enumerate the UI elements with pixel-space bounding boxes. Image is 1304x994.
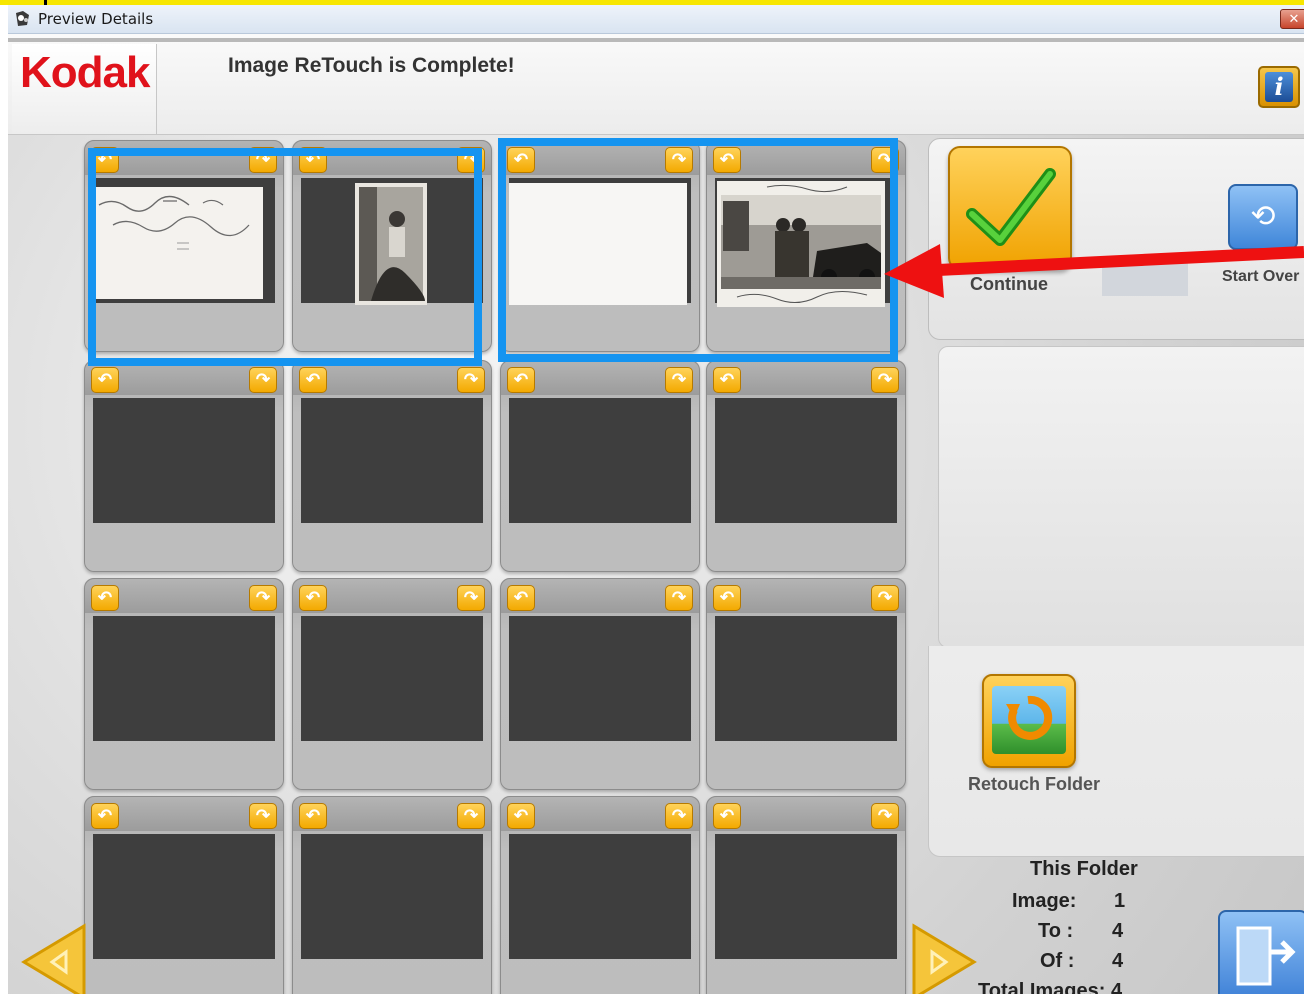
arrow-left-icon [21, 923, 86, 994]
info-button[interactable]: i [1258, 66, 1300, 108]
folder-info: This Folder Image: 1 To : 4 Of : 4 Total… [968, 854, 1198, 994]
rotate-left-icon[interactable]: ↶ [299, 803, 327, 829]
thumbnail-screen [301, 616, 483, 741]
thumbnail-tile[interactable]: ↶ ↷ [500, 360, 700, 572]
header: Kodak Image ReTouch is Complete! i [8, 34, 1304, 135]
info-icon: i [1265, 72, 1293, 102]
rotate-left-icon[interactable]: ↶ [713, 803, 741, 829]
rotate-right-icon[interactable]: ↷ [871, 803, 899, 829]
thumbnail-tile[interactable]: ↶ ↷ [84, 796, 284, 994]
to-label: To : [1038, 920, 1074, 942]
rotate-left-icon[interactable]: ↶ [91, 585, 119, 611]
thumbnail-tile[interactable]: ↶ ↷ [84, 360, 284, 572]
app-icon [16, 11, 29, 26]
rotate-left-icon[interactable]: ↶ [507, 585, 535, 611]
rotate-left-icon[interactable]: ↶ [299, 585, 327, 611]
rotate-right-icon[interactable]: ↷ [665, 367, 693, 393]
retouch-folder-icon [982, 674, 1076, 768]
thumbnail-screen [509, 398, 691, 523]
red-arrow-annotation [884, 244, 1304, 298]
thumbnail-tile[interactable]: ↶ ↷ [84, 578, 284, 790]
rotate-right-icon[interactable]: ↷ [665, 585, 693, 611]
rotate-left-icon[interactable]: ↶ [91, 367, 119, 393]
previous-page-button[interactable] [18, 922, 88, 994]
window-close-button[interactable]: ✕ [1280, 9, 1304, 29]
window-title-bar: Preview Details ✕ [8, 5, 1304, 34]
thumbnail-tile[interactable]: ↶ ↷ [500, 796, 700, 994]
arrow-right-icon [912, 923, 977, 994]
app-body: Kodak Image ReTouch is Complete! i ↶ ↷ ↶… [8, 34, 1304, 994]
rotate-left-icon[interactable]: ↶ [713, 367, 741, 393]
rotate-right-icon[interactable]: ↷ [665, 803, 693, 829]
status-message: Image ReTouch is Complete! [228, 54, 515, 77]
retouch-folder-button[interactable]: Retouch Folder [968, 674, 1118, 804]
thumbnail-screen [509, 616, 691, 741]
of-value: 4 [1112, 950, 1124, 972]
to-value: 4 [1112, 920, 1124, 942]
thumbnail-tile[interactable]: ↶ ↷ [292, 360, 492, 572]
thumbnail-screen [93, 616, 275, 741]
rotate-left-icon[interactable]: ↶ [507, 367, 535, 393]
rotate-right-icon[interactable]: ↷ [457, 585, 485, 611]
retouch-folder-label: Retouch Folder [968, 774, 1101, 794]
rotate-right-icon[interactable]: ↷ [871, 585, 899, 611]
rotate-left-icon[interactable]: ↶ [713, 585, 741, 611]
thumbnail-screen [93, 834, 275, 959]
image-label: Image: [1012, 890, 1077, 912]
image-value: 1 [1114, 890, 1126, 912]
thumbnail-screen [715, 398, 897, 523]
rotate-left-icon[interactable]: ↶ [91, 803, 119, 829]
thumbnail-tile[interactable]: ↶ ↷ [706, 360, 906, 572]
thumbnail-screen [715, 616, 897, 741]
thumbnail-screen [301, 834, 483, 959]
close-icon: ✕ [1288, 11, 1300, 26]
thumbnail-screen [715, 834, 897, 959]
thumbnail-tile[interactable]: ↶ ↷ [292, 578, 492, 790]
thumbnail-tile[interactable]: ↶ ↷ [706, 796, 906, 994]
logo-box: Kodak [12, 44, 157, 134]
rotate-right-icon[interactable]: ↷ [249, 803, 277, 829]
thumbnail-tile[interactable]: ↶ ↷ [292, 796, 492, 994]
header-divider [8, 38, 1304, 42]
highlight-box-pair-1 [88, 148, 482, 366]
rotate-right-icon[interactable]: ↷ [871, 367, 899, 393]
thumbnail-tile[interactable]: ↶ ↷ [500, 578, 700, 790]
rotate-left-icon[interactable]: ↶ [507, 803, 535, 829]
rotate-right-icon[interactable]: ↷ [457, 803, 485, 829]
preview-area [938, 346, 1304, 648]
rotate-right-icon[interactable]: ↷ [457, 367, 485, 393]
thumbnail-tile[interactable]: ↶ ↷ [706, 578, 906, 790]
exit-door-icon [1236, 926, 1296, 986]
of-label: Of : [1040, 950, 1075, 972]
thumbnail-screen [509, 834, 691, 959]
kodak-logo: Kodak [20, 48, 150, 97]
highlight-box-pair-2 [498, 138, 898, 362]
exit-button[interactable] [1218, 910, 1304, 994]
rotate-left-icon[interactable]: ↶ [299, 367, 327, 393]
window-title: Preview Details [38, 10, 154, 28]
landscape-icon [992, 686, 1066, 754]
next-page-button[interactable] [910, 922, 980, 994]
thumbnail-screen [301, 398, 483, 523]
rotate-right-icon[interactable]: ↷ [249, 585, 277, 611]
rotate-right-icon[interactable]: ↷ [249, 367, 277, 393]
folder-title: This Folder [1030, 858, 1138, 880]
thumbnail-screen [93, 398, 275, 523]
total-images: Total Images: 4 [978, 980, 1123, 994]
